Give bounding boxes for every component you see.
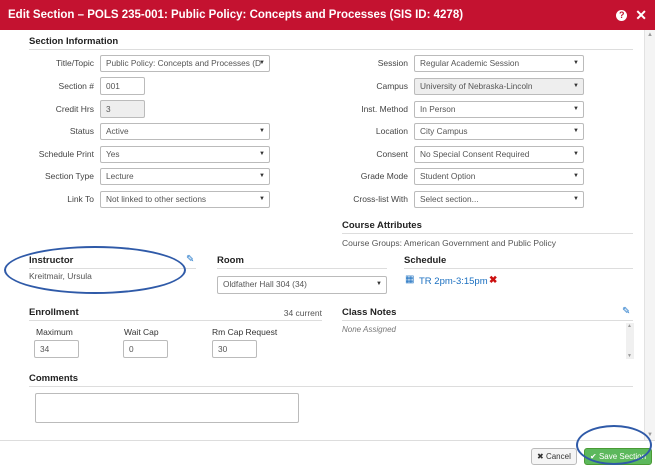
consent-value: No Special Consent Required [420,149,530,159]
dropdown-arrow-icon: ▼ [573,60,579,66]
consent-label: Consent [376,149,408,159]
credit-hrs-input: 3 [100,100,145,118]
cross-list-select[interactable]: Select section... ▼ [414,191,584,208]
section-type-select[interactable]: Lecture ▼ [100,168,270,185]
credit-hrs-label: Credit Hrs [55,104,94,114]
dropdown-arrow-icon: ▼ [573,196,579,202]
location-label: Location [375,126,408,136]
x-icon: ✖ [537,452,544,461]
title-topic-select[interactable]: Public Policy: Concepts and Processes (D… [100,55,270,72]
cross-list-value: Select section... [420,194,479,204]
session-value: Regular Academic Session [420,58,520,68]
dropdown-arrow-icon: ▼ [573,173,579,179]
course-attributes-heading: Course Attributes [342,220,422,231]
link-to-select[interactable]: Not linked to other sections ▼ [100,191,270,208]
section-information-heading: Section Information [29,36,119,47]
wait-cap-input[interactable]: 0 [123,340,168,358]
dropdown-arrow-icon: ▼ [259,173,265,179]
comments-heading: Comments [29,373,79,384]
inst-method-select[interactable]: In Person ▼ [414,101,584,118]
session-select[interactable]: Regular Academic Session ▼ [414,55,584,72]
dropdown-arrow-icon: ▼ [573,151,579,157]
link-to-value: Not linked to other sections [106,194,207,204]
scroll-up-icon[interactable]: ▲ [647,32,653,38]
session-label: Session [377,58,408,68]
section-number-label: Section # [58,81,94,91]
save-button-annotation-ellipse [576,425,652,465]
dialog-body: Section Information Title/Topic Section … [0,30,644,440]
rm-cap-request-input[interactable]: 30 [212,340,257,358]
class-notes-scrollbar[interactable]: ▲ ▼ [626,323,634,359]
maximum-input[interactable]: 34 [34,340,79,358]
grade-mode-label: Grade Mode [360,171,408,181]
status-select[interactable]: Active ▼ [100,123,270,140]
section-type-value: Lecture [106,171,134,181]
course-groups-text: Course Groups: American Government and P… [342,238,557,248]
title-topic-label: Title/Topic [56,58,94,68]
edit-class-notes-pencil-icon[interactable]: ✎ [622,306,630,317]
cross-list-label: Cross-list With [353,194,408,204]
consent-select[interactable]: No Special Consent Required ▼ [414,146,584,163]
edit-instructor-pencil-icon[interactable]: ✎ [186,254,194,265]
dropdown-arrow-icon: ▼ [259,128,265,134]
room-select[interactable]: Oldfather Hall 304 (34) ▼ [217,276,387,294]
link-to-label: Link To [67,194,94,204]
location-value: City Campus [420,126,468,136]
enrollment-current: 34 current [283,308,322,318]
status-label: Status [69,126,94,136]
wait-cap-label: Wait Cap [124,327,159,337]
schedule-print-label: Schedule Print [38,149,94,159]
rm-cap-request-label: Rm Cap Request [212,327,278,337]
comments-textarea[interactable] [35,393,299,423]
class-notes-heading: Class Notes [342,307,397,318]
dialog-scrollbar[interactable]: ▲ ▼ [644,30,655,440]
dropdown-arrow-icon: ▼ [259,60,265,66]
status-value: Active [106,126,129,136]
dropdown-arrow-icon: ▼ [573,106,579,112]
room-heading: Room [217,255,244,266]
maximum-label: Maximum [36,327,73,337]
dropdown-arrow-icon: ▼ [259,151,265,157]
schedule-print-value: Yes [106,149,120,159]
enrollment-heading: Enrollment [29,307,79,318]
campus-value: University of Nebraska-Lincoln [420,81,533,91]
dropdown-arrow-icon: ▼ [259,196,265,202]
remove-schedule-icon[interactable]: ✖ [489,275,497,286]
campus-select: University of Nebraska-Lincoln ▼ [414,78,584,95]
schedule-heading: Schedule [404,255,447,266]
inst-method-label: Inst. Method [361,104,408,114]
cancel-button[interactable]: ✖ Cancel [531,448,577,465]
grade-mode-value: Student Option [420,171,476,181]
close-icon[interactable]: ✕ [635,7,647,24]
dialog-title-bar: Edit Section – POLS 235-001: Public Poli… [0,0,655,30]
schedule-time-link[interactable]: TR 2pm-3:15pm [419,276,488,287]
inst-method-value: In Person [420,104,456,114]
room-value: Oldfather Hall 304 (34) [223,279,307,289]
section-type-label: Section Type [45,171,94,181]
dialog-footer: ✖ Cancel ✔ Save Section [0,440,655,472]
dialog-title: Edit Section – POLS 235-001: Public Poli… [8,9,464,21]
schedule-print-select[interactable]: Yes ▼ [100,146,270,163]
cancel-label: Cancel [545,452,571,461]
calendar-icon: ▦ [405,274,415,285]
campus-label: Campus [376,81,408,91]
dropdown-arrow-icon: ▼ [573,128,579,134]
dropdown-arrow-icon: ▼ [573,83,579,89]
dropdown-arrow-icon: ▼ [376,281,382,287]
question-circle-icon[interactable]: ? [616,9,628,21]
location-select[interactable]: City Campus ▼ [414,123,584,140]
class-notes-text: None Assigned [342,325,396,334]
title-topic-value: Public Policy: Concepts and Processes (D [106,58,261,68]
grade-mode-select[interactable]: Student Option ▼ [414,168,584,185]
instructor-annotation-ellipse [4,246,186,294]
section-number-input[interactable]: 001 [100,77,145,95]
